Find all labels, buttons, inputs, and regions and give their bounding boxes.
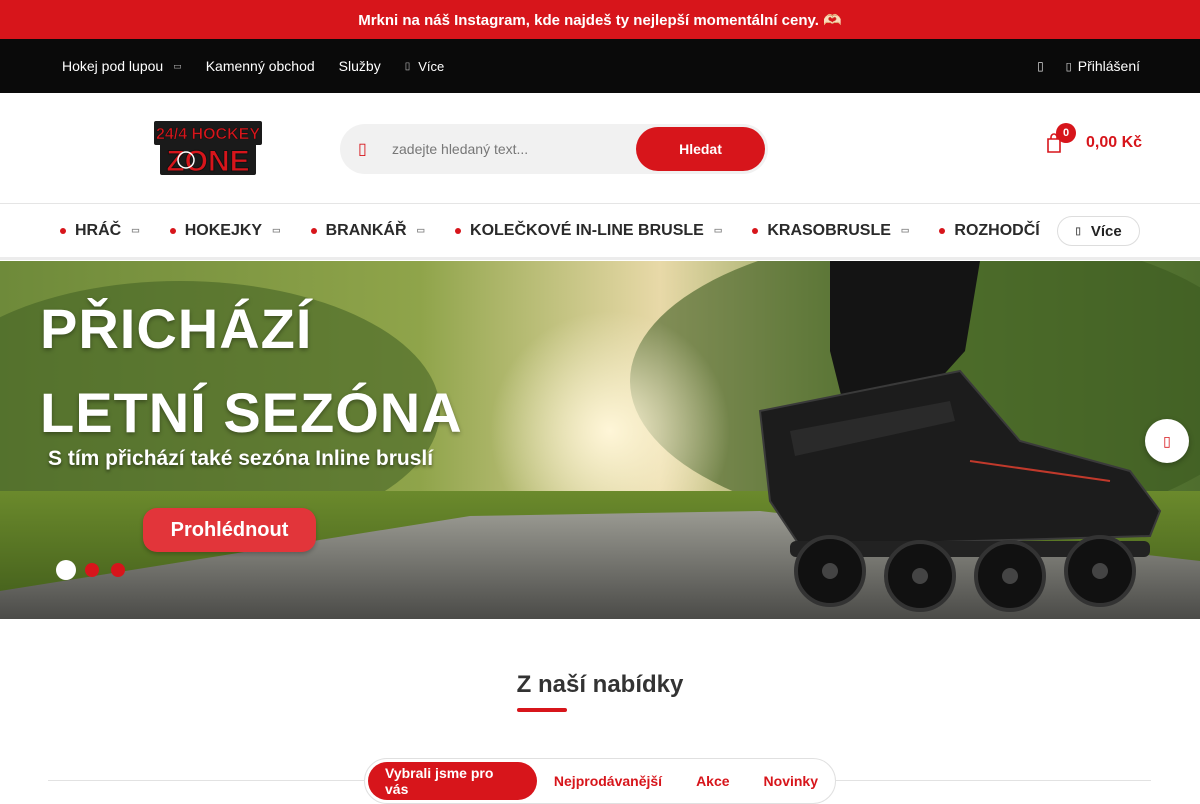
slider-dot-2[interactable] [85,563,99,577]
category-label: KRASOBRUSLE [767,221,891,239]
logo-graphic: 24/4 HOCKEY ZONE [154,121,262,179]
bullet-icon [310,227,317,234]
bullet-icon [939,227,946,234]
chevron-down-icon: ▭ [416,225,426,235]
top-nav-more-label: Více [418,58,445,74]
search-icon: ▯ [358,141,367,158]
tab-novinky[interactable]: Novinky [747,762,835,800]
category-hrac[interactable]: HRÁČ ▭ [60,222,140,240]
category-label: KOLEČKOVÉ IN-LINE BRUSLE [470,221,704,239]
top-nav-item-sluzby[interactable]: Služby [339,58,381,74]
category-more-label: Více [1090,222,1122,240]
category-more-button[interactable]: ▯ Více [1057,216,1140,246]
bullet-icon [752,227,759,234]
hero-heading-line2: LETNÍ SEZÓNA [40,381,463,444]
bullet-icon [169,227,176,234]
offer-section: Z naší nabídky Vybrali jsme pro vás Nejp… [0,619,1200,804]
chevron-down-icon: ▭ [713,225,723,235]
slider-dots [56,560,137,580]
svg-text:24/4 HOCKEY: 24/4 HOCKEY [156,126,260,143]
category-label: ROZHODČÍ [954,221,1040,239]
offer-tabs: Vybrali jsme pro vás Nejprodávanější Akc… [364,758,836,804]
category-inline-brusle[interactable]: KOLEČKOVÉ IN-LINE BRUSLE ▭ [455,222,722,240]
user-icon: ▯ [1065,60,1072,73]
top-nav-label: Služby [338,58,381,74]
title-underline [517,708,567,712]
hero-subheading: S tím přichází také sezóna Inline bruslí [48,447,434,470]
category-krasobrusle[interactable]: KRASOBRUSLE ▭ [752,222,909,240]
heart-icon[interactable]: ▯ [1037,59,1044,73]
hero-heading: PŘICHÁZÍ LETNÍ SEZÓNA [40,287,463,455]
top-nav-item-hokej-pod-lupou[interactable]: Hokej pod lupou ▭ [62,58,182,74]
top-bar-right: ▯ ▯ Přihlášení [1037,39,1140,93]
top-nav: Hokej pod lupou ▭ Kamenný obchod Služby … [62,39,468,93]
login-link[interactable]: ▯ Přihlášení [1066,58,1140,74]
chevron-down-icon: ▭ [900,225,910,235]
category-nav: HRÁČ ▭ HOKEJKY ▭ BRANKÁŘ ▭ KOLEČKOVÉ IN-… [0,204,1200,260]
slider-dot-3[interactable] [111,563,125,577]
promo-text[interactable]: Mrkni na náš Instagram, kde najdeš ty ne… [358,11,842,29]
site-logo[interactable]: 24/4 HOCKEY ZONE [152,117,264,179]
search-input[interactable] [392,136,632,162]
tab-vybrali-jsme-pro-vas[interactable]: Vybrali jsme pro vás [368,762,537,800]
category-label: HRÁČ [75,221,122,239]
menu-dots-icon: ▯ [404,60,411,72]
offer-title: Z naší nabídky [516,671,684,698]
top-nav-label: Kamenný obchod [205,58,315,74]
tab-akce[interactable]: Akce [679,762,746,800]
slider-dot-1[interactable] [56,560,76,580]
hero-banner[interactable]: PŘICHÁZÍ LETNÍ SEZÓNA S tím přichází tak… [0,261,1200,619]
search-bar: ▯ Hledat [340,124,768,174]
category-brankar[interactable]: BRANKÁŘ ▭ [310,221,426,240]
cart-count-badge: 0 [1056,123,1076,143]
promo-bar[interactable]: Mrkni na náš Instagram, kde najdeš ty ne… [0,0,1200,39]
slider-next-button[interactable]: ▯ [1145,419,1189,463]
chevron-down-icon: ▭ [173,60,182,71]
chevron-right-icon: ▯ [1163,432,1171,449]
cart-total: 0,00 Kč [1086,134,1143,151]
top-nav-more[interactable]: ▯ Více [405,59,445,74]
top-nav-label: Hokej pod lupou [62,58,164,74]
cart-button[interactable]: 0 0,00 Kč [1046,123,1146,169]
bullet-icon [60,227,66,234]
bullet-icon [455,227,462,234]
category-rozhodci[interactable]: ROZHODČÍ [939,221,1040,240]
chevron-down-icon: ▭ [131,225,140,235]
top-nav-item-kamenny-obchod[interactable]: Kamenný obchod [206,58,315,74]
site-header: 24/4 HOCKEY ZONE ▯ Hledat 0 0,00 Kč [0,93,1200,204]
tab-nejprodavanejsi[interactable]: Nejprodávanější [537,762,679,800]
category-label: HOKEJKY [184,221,263,239]
category-label: BRANKÁŘ [325,221,407,239]
menu-icon: ▯ [1075,225,1081,237]
hero-heading-line1: PŘICHÁZÍ [40,297,313,360]
login-label: Přihlášení [1077,58,1140,74]
category-hokejky[interactable]: HOKEJKY ▭ [169,221,281,240]
hero-cta-button[interactable]: Prohlédnout [143,508,316,552]
top-bar: Hokej pod lupou ▭ Kamenný obchod Služby … [0,39,1200,93]
search-button-label: Hledat [679,141,722,157]
chevron-down-icon: ▭ [272,225,281,235]
hero-cta-label: Prohlédnout [170,518,289,541]
search-button[interactable]: Hledat [636,127,765,171]
